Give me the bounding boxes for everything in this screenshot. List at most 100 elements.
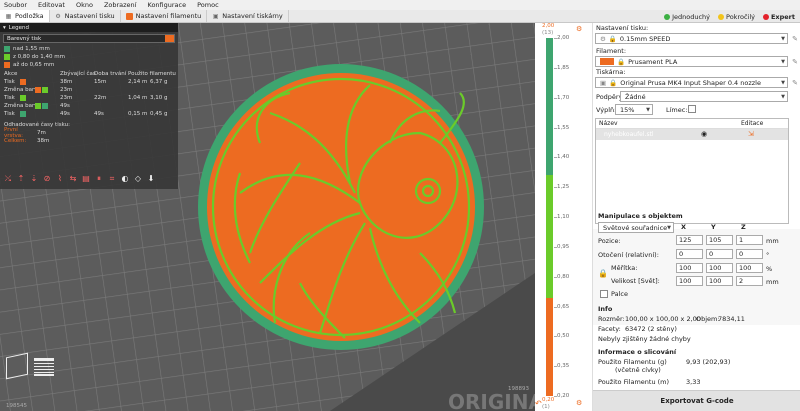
slice-info-title: Informace o slicování (598, 348, 677, 356)
weight-cell: 0,45 g (150, 111, 168, 117)
object-row[interactable]: nyhebkoaufel.stl ◉ ⇲ (596, 129, 788, 140)
pause-icon[interactable]: ⏸ (94, 174, 104, 184)
mode-switcher: Jednoduchý Pokročilý Expert (662, 10, 800, 23)
wipe-icon[interactable]: ⇡ (16, 174, 26, 184)
rotation-y-input[interactable]: 0 (706, 249, 733, 259)
menu-item[interactable]: Soubor (4, 1, 27, 9)
slider-tick-label: 1,55 (557, 124, 570, 131)
mode-dot-icon (664, 13, 671, 20)
tab-filament-settings[interactable]: Nastavení filamentu (121, 10, 208, 22)
size-y-input[interactable]: 100 (706, 276, 733, 286)
mode-expert[interactable]: Expert (761, 13, 797, 21)
slider-tick-label: 0,50 (557, 333, 570, 340)
unit-label: mm (766, 278, 779, 286)
filament-m-label: Použito Filamentu (m) (598, 378, 670, 386)
lock-icon: 🔒 (609, 78, 618, 87)
scale-x-input[interactable]: 100 (676, 263, 703, 273)
duration-cell: 49s (94, 111, 104, 117)
legend-header[interactable]: ▾ Legend (0, 23, 178, 32)
action-cell: Tisk (4, 111, 15, 117)
coordinate-system-select[interactable]: Světové souřadnice ▼ (598, 222, 674, 233)
custom-gcode-icon[interactable]: ⌗ (107, 174, 117, 184)
legend-table-row: Tisk 38m 15m 2,14 m 6,37 g (0, 78, 178, 86)
slider-tick-label: 0,20 (557, 393, 570, 399)
edit-printer-profile-icon[interactable]: ✎ (791, 79, 799, 87)
cog-icon-bottom[interactable]: ⚙ (576, 399, 582, 407)
shells-icon[interactable]: ◇ (133, 174, 143, 184)
length-cell: 1,04 m (128, 95, 148, 101)
scale-y-input[interactable]: 100 (706, 263, 733, 273)
size-info-value: 100,00 x 100,00 x 2,00 (625, 315, 701, 323)
print-profile-select[interactable]: ⚙ 🔒 0.15mm SPEED ▼ (595, 33, 788, 44)
revert-icon[interactable]: ↶ (535, 399, 542, 408)
brim-checkbox[interactable] (688, 105, 696, 113)
printer-profile-select[interactable]: ▣ 🔒 Original Prusa MK4 Input Shaper 0.4 no… (595, 77, 788, 88)
position-z-input[interactable]: 1 (736, 235, 763, 245)
menu-item[interactable]: Editovat (38, 1, 65, 9)
tool-marker-icon[interactable]: ⬇ (146, 174, 156, 184)
seam-icon[interactable]: ⌇ (55, 174, 65, 184)
slider-tick-label: 2,00 (557, 35, 570, 41)
rotation-x-input[interactable]: 0 (676, 249, 703, 259)
menu-item[interactable]: Zobrazení (104, 1, 137, 9)
scale-lock-icon[interactable]: 🔒 (598, 269, 608, 278)
size-info-label: Rozměr: (598, 315, 625, 323)
edit-object-icon[interactable]: ⇲ (748, 130, 754, 138)
menu-item[interactable]: Pomoc (197, 1, 219, 9)
position-y-input[interactable]: 105 (706, 235, 733, 245)
slider-tick-mark (554, 366, 557, 368)
retraction-icon[interactable]: ⇣ (29, 174, 39, 184)
weight-cell: 6,37 g (150, 79, 168, 85)
color-change-icon[interactable]: ▤ (81, 174, 91, 184)
gear-icon: ⚙ (55, 12, 61, 20)
settings-cog-icon[interactable]: ⚙ (576, 25, 582, 33)
legend-range-row: až do 0,65 mm (0, 61, 178, 69)
object-list[interactable]: Název Editace nyhebkoaufel.stl ◉ ⇲ (595, 118, 789, 224)
scale-z-input[interactable]: 100 (736, 263, 763, 273)
menu-item[interactable]: Okno (76, 1, 93, 9)
filament-profile-select[interactable]: 🔒 Prusament PLA ▼ (595, 56, 788, 67)
color-swatch (42, 87, 48, 93)
tab-plater[interactable]: ▦ Podložka (0, 10, 50, 22)
edit-print-profile-icon[interactable]: ✎ (791, 35, 799, 43)
mode-advanced[interactable]: Pokročilý (716, 13, 757, 21)
filament-g-sublabel: (včetně cívky) (615, 366, 661, 374)
gear-icon: ⚙ (600, 34, 606, 43)
tab-print-settings[interactable]: ⚙ Nastavení tisku (50, 10, 121, 22)
slider-segment-green (546, 38, 553, 175)
slider-tick-label: 1,85 (557, 64, 570, 71)
filament-label: Filament: (596, 47, 627, 55)
layers-view-icon[interactable] (34, 358, 54, 376)
center-of-gravity-icon[interactable]: ◐ (120, 174, 130, 184)
slider-tick-mark (554, 396, 557, 397)
dropdown-arrow-icon: ▼ (667, 224, 671, 231)
layer-slider[interactable]: 2,00 (13) 2,00 1,85 1,70 1,55 1,40 1,25 1,10 0,… (535, 23, 592, 411)
view-cube-icon[interactable] (6, 352, 28, 380)
color-swatch (4, 46, 10, 52)
rotation-z-input[interactable]: 0 (736, 249, 763, 259)
size-x-input[interactable]: 100 (676, 276, 703, 286)
slider-top-value: 2,00 (542, 23, 555, 29)
inches-checkbox[interactable] (600, 290, 608, 298)
facets-value: 63472 (2 stěny) (625, 325, 677, 333)
deretraction-icon[interactable]: ⊘ (42, 174, 52, 184)
filament-color-swatch[interactable] (600, 58, 614, 65)
menu-item[interactable]: Konfigurace (148, 1, 187, 9)
legend-option-icons: ⤯ ⇡ ⇣ ⊘ ⌇ ⇆ ▤ ⏸ ⌗ ◐ ◇ ⬇ (3, 174, 156, 184)
position-x-input[interactable]: 125 (676, 235, 703, 245)
legend-view-type-select[interactable]: Barevný tisk (3, 34, 175, 43)
color-swatch (20, 95, 26, 101)
edit-filament-profile-icon[interactable]: ✎ (791, 58, 799, 66)
tool-change-icon[interactable]: ⇆ (68, 174, 78, 184)
export-gcode-button[interactable]: Exportovat G-code (593, 390, 800, 411)
infill-select[interactable]: 15% ▼ (615, 104, 653, 115)
mode-simple[interactable]: Jednoduchý (662, 13, 712, 21)
slider-tick-mark (554, 157, 557, 159)
unit-label: mm (766, 237, 779, 245)
layer-slider-track[interactable] (546, 38, 553, 396)
size-z-input[interactable]: 2 (736, 276, 763, 286)
travel-icon[interactable]: ⤯ (3, 174, 13, 184)
eye-icon[interactable]: ◉ (701, 130, 707, 138)
tab-printer-settings[interactable]: ▣ Nastavení tiskárny (207, 10, 289, 22)
supports-select[interactable]: Žádné ▼ (620, 91, 788, 102)
